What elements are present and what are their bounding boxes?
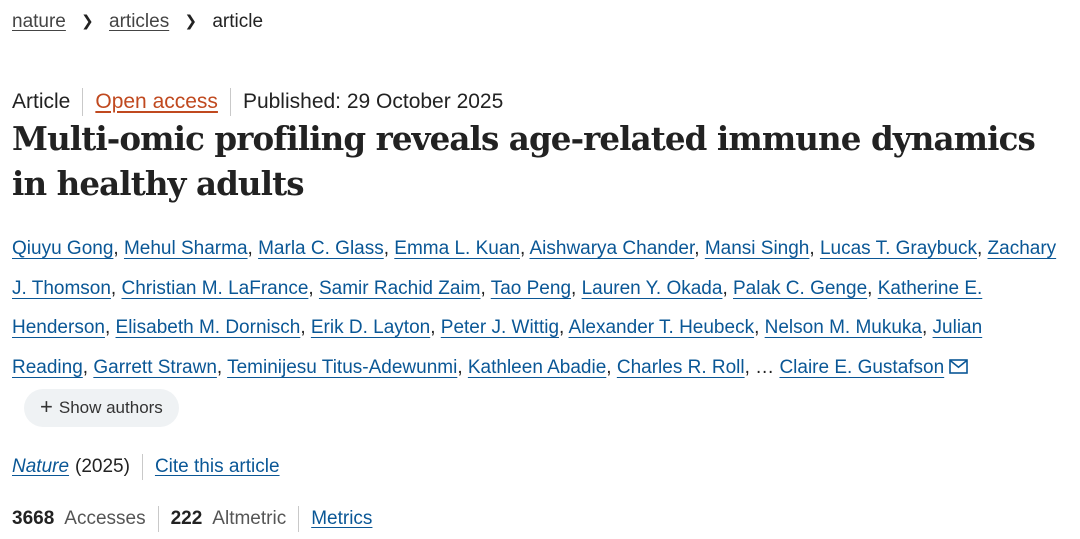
author-separator: , bbox=[82, 356, 94, 378]
author-link[interactable]: Kathleen Abadie bbox=[468, 357, 606, 378]
divider bbox=[229, 88, 231, 116]
author-separator: , bbox=[867, 277, 878, 299]
author-link[interactable]: Lauren Y. Okada bbox=[582, 278, 723, 299]
author-link[interactable]: Qiuyu Gong bbox=[12, 238, 113, 259]
author-link[interactable]: Nelson M. Mukuka bbox=[765, 317, 922, 338]
author-separator: , bbox=[722, 277, 733, 299]
author-separator: , bbox=[559, 317, 569, 338]
breadcrumb-articles-link[interactable]: articles bbox=[109, 11, 169, 32]
author-link[interactable]: Lucas T. Graybuck bbox=[820, 238, 977, 259]
open-access-link[interactable]: Open access bbox=[95, 90, 218, 114]
author-separator: , bbox=[976, 238, 988, 259]
divider bbox=[82, 88, 84, 116]
author-separator: , bbox=[921, 317, 933, 338]
chevron-right-icon: ❯ bbox=[81, 13, 94, 30]
article-meta: Article Open access Published: 29 Octobe… bbox=[12, 88, 503, 116]
article-type: Article bbox=[12, 90, 71, 113]
author-separator: , bbox=[247, 238, 259, 259]
article-stats: 3668 Accesses 222 Altmetric Metrics bbox=[12, 506, 372, 532]
author-separator: , bbox=[216, 356, 228, 378]
author-link[interactable]: Aishwarya Chander bbox=[529, 238, 694, 259]
author-separator: , bbox=[694, 238, 705, 259]
author-separator: , bbox=[754, 317, 765, 338]
author-link[interactable]: Marla C. Glass bbox=[258, 238, 384, 259]
altmetric-label: Altmetric bbox=[212, 508, 287, 529]
author-separator: , bbox=[110, 277, 122, 299]
divider bbox=[157, 506, 159, 532]
author-separator: , bbox=[300, 317, 311, 338]
author-separator: , bbox=[809, 238, 820, 259]
accesses-label: Accesses bbox=[64, 508, 146, 529]
author-separator: , bbox=[113, 238, 124, 259]
mail-icon[interactable] bbox=[949, 349, 969, 389]
author-separator: , bbox=[744, 356, 756, 378]
breadcrumb-current: article bbox=[212, 11, 264, 32]
journal-info: Nature (2025) Cite this article bbox=[12, 454, 280, 480]
breadcrumb-home-link[interactable]: nature bbox=[12, 11, 66, 32]
author-separator: , bbox=[480, 277, 491, 299]
breadcrumb: nature ❯ articles ❯ article bbox=[12, 11, 263, 33]
author-separator: , bbox=[571, 277, 582, 299]
author-separator: , bbox=[308, 277, 319, 299]
author-link[interactable]: Mehul Sharma bbox=[124, 238, 248, 259]
metrics-link[interactable]: Metrics bbox=[311, 508, 372, 530]
altmetric-score: 222 bbox=[170, 508, 203, 529]
chevron-right-icon: ❯ bbox=[184, 13, 198, 30]
author-link-last[interactable]: Claire E. Gustafson bbox=[779, 357, 944, 378]
author-link[interactable]: Samir Rachid Zaim bbox=[319, 278, 481, 299]
author-link[interactable]: Tao Peng bbox=[491, 278, 571, 299]
authors-ellipsis: … bbox=[755, 356, 775, 378]
accesses-count: 3668 bbox=[12, 508, 55, 529]
author-link[interactable]: Christian M. LaFrance bbox=[121, 278, 308, 299]
journal-year: (2025) bbox=[75, 456, 130, 477]
author-link[interactable]: Palak C. Genge bbox=[733, 278, 867, 299]
author-link[interactable]: Erik D. Layton bbox=[311, 317, 430, 338]
author-separator: , bbox=[104, 317, 116, 338]
published-date: Published: 29 October 2025 bbox=[242, 90, 504, 113]
article-title: Multi-omic profiling reveals age-related… bbox=[12, 119, 1036, 203]
author-separator: , bbox=[383, 238, 395, 259]
plus-icon: + bbox=[40, 393, 53, 419]
journal-name: Nature bbox=[12, 456, 70, 477]
author-link[interactable]: Mansi Singh bbox=[705, 238, 810, 259]
author-list: Qiuyu Gong, Mehul Sharma, Marla C. Glass… bbox=[12, 229, 1062, 428]
author-link[interactable]: Emma L. Kuan bbox=[394, 238, 520, 259]
divider bbox=[141, 454, 143, 480]
author-separator: , bbox=[457, 356, 468, 378]
author-separator: , bbox=[430, 317, 441, 338]
divider bbox=[298, 506, 300, 532]
author-link[interactable]: Alexander T. Heubeck bbox=[569, 317, 755, 338]
author-separator: , bbox=[606, 356, 617, 378]
show-authors-label: Show authors bbox=[58, 398, 163, 418]
cite-article-link[interactable]: Cite this article bbox=[155, 456, 280, 478]
show-authors-button[interactable]: + Show authors bbox=[24, 388, 179, 427]
author-link[interactable]: Charles R. Roll bbox=[617, 357, 745, 378]
journal-link[interactable]: Nature bbox=[12, 456, 69, 478]
author-link[interactable]: Garrett Strawn bbox=[93, 357, 217, 378]
author-link[interactable]: Teminijesu Titus-Adewunmi bbox=[227, 357, 457, 378]
author-link[interactable]: Peter J. Wittig bbox=[441, 317, 559, 338]
author-link[interactable]: Elisabeth M. Dornisch bbox=[116, 317, 301, 338]
